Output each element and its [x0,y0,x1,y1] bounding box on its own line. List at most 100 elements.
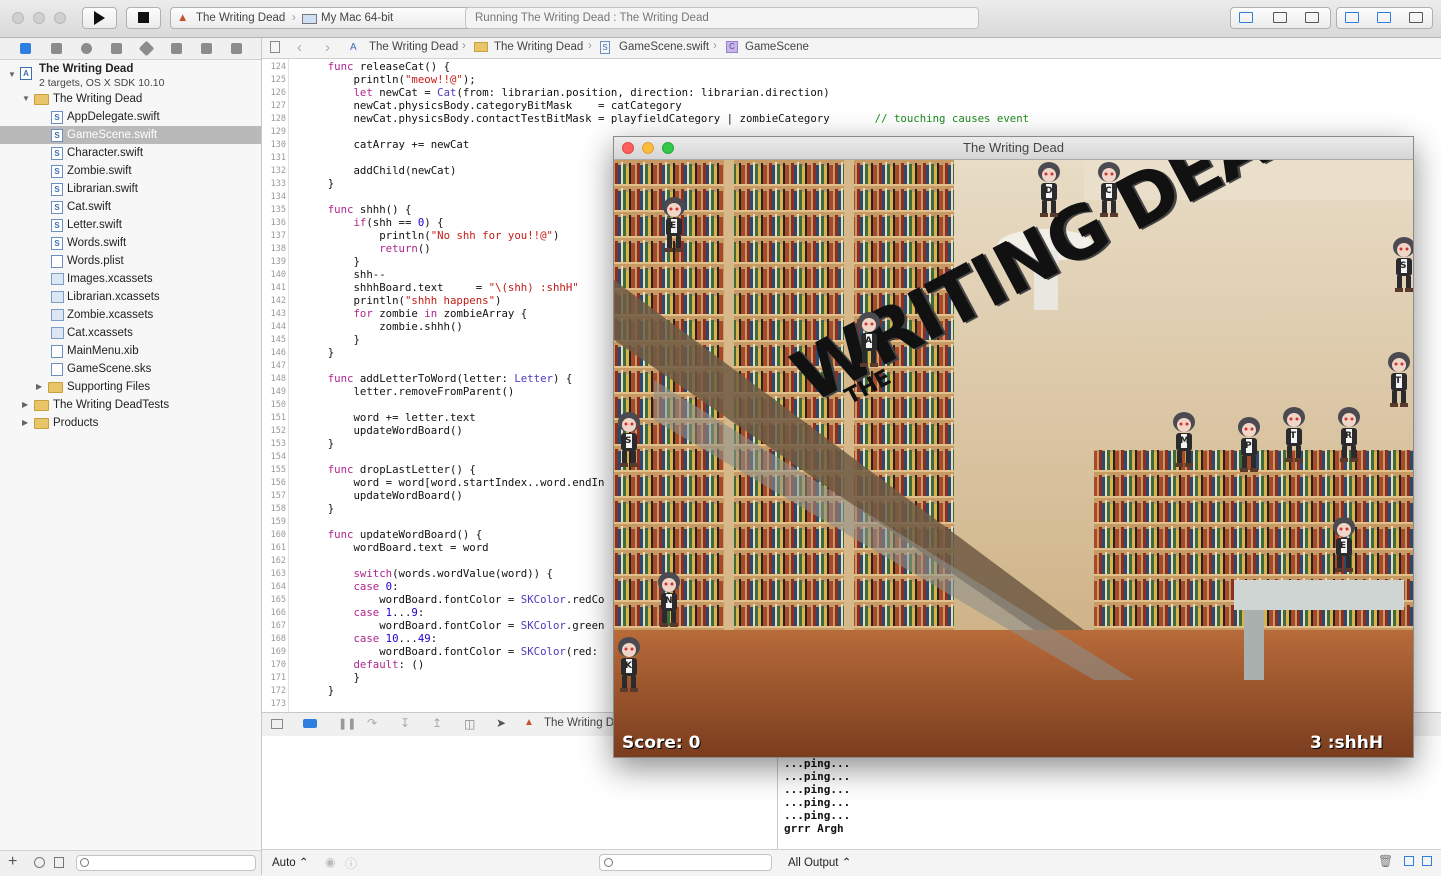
editor-mode-segmented[interactable] [1230,7,1331,29]
step-in-icon[interactable]: ↧ [400,716,410,730]
file-item[interactable]: S Zombie.swift [0,162,261,180]
add-icon[interactable]: + [8,853,17,871]
code-line[interactable]: } [302,671,359,684]
code-line[interactable]: wordBoard.text = word [302,541,488,554]
step-out-icon[interactable]: ↥ [432,716,442,730]
code-line[interactable]: shh-- [302,268,385,281]
file-item[interactable]: S Cat.swift [0,198,261,216]
debug-navigator-icon[interactable] [171,43,182,54]
variables-filter-input[interactable] [599,854,772,871]
location-icon[interactable]: ➤ [496,716,506,730]
code-line[interactable]: func dropLastLetter() { [302,463,476,476]
file-item[interactable]: Words.plist [0,252,261,270]
code-line[interactable]: word += letter.text [302,411,475,424]
step-over-icon[interactable]: ↷ [367,716,377,730]
code-line[interactable]: newCat.physicsBody.contactTestBitMask = … [302,112,1029,125]
group-item[interactable]: ▼ The Writing Dead [0,90,261,108]
code-line[interactable]: func updateWordBoard() { [302,528,482,541]
code-line[interactable]: zombie.shhh() [302,320,463,333]
file-item[interactable]: S Character.swift [0,144,261,162]
file-item[interactable]: Zombie.xcassets [0,306,261,324]
file-item[interactable]: S Librarian.swift [0,180,261,198]
code-line[interactable]: addChild(newCat) [302,164,456,177]
split-left-icon[interactable] [1404,856,1414,866]
file-item[interactable]: MainMenu.xib [0,342,261,360]
report-navigator-icon[interactable] [231,43,242,54]
code-line[interactable]: for zombie in zombieArray { [302,307,527,320]
back-arrow-icon[interactable]: ‹ [297,39,302,56]
navigator-toggle-icon[interactable] [1345,12,1359,23]
related-items-icon[interactable] [270,41,280,53]
disclosure-open-icon[interactable]: ▼ [8,66,18,84]
file-item[interactable]: Images.xcassets [0,270,261,288]
file-item[interactable]: S Letter.swift [0,216,261,234]
code-line[interactable]: println("shhh happens") [302,294,501,307]
code-line[interactable]: shhhBoard.text = "\(shh) :shhH" [302,281,578,294]
code-line[interactable]: func addLetterToWord(letter: Letter) { [302,372,573,385]
game-window-titlebar[interactable]: The Writing Dead [614,137,1413,160]
breakpoints-toggle-icon[interactable] [303,719,317,728]
disclosure-closed-icon[interactable]: ▶ [22,414,32,432]
stop-button[interactable] [126,7,161,29]
test-navigator-icon[interactable] [138,40,155,57]
jump-symbol[interactable]: GameScene [745,41,809,53]
navigator-filter-input[interactable] [76,855,256,871]
recent-files-icon[interactable] [34,857,45,868]
disclosure-open-icon[interactable]: ▼ [22,90,32,108]
code-line[interactable]: switch(words.wordValue(word)) { [302,567,552,580]
code-line[interactable]: updateWordBoard() [302,424,462,437]
symbol-navigator-icon[interactable] [51,43,62,54]
code-line[interactable]: wordBoard.fontColor = SKColor(red: [302,645,604,658]
forward-arrow-icon[interactable]: › [325,39,330,56]
tests-group-item[interactable]: ▶ The Writing DeadTests [0,396,261,414]
code-line[interactable]: func shhh() { [302,203,412,216]
info-icon[interactable]: ⓘ [345,855,357,872]
code-line[interactable]: } [302,255,359,268]
code-line[interactable]: } [302,177,334,190]
file-item[interactable]: S Words.swift [0,234,261,252]
code-line[interactable]: println("meow!!@"); [302,73,475,86]
code-line[interactable]: letter.removeFromParent() [302,385,514,398]
game-minimize-button[interactable] [642,142,654,154]
code-line[interactable]: func releaseCat() { [302,60,450,73]
variables-scope-popup[interactable]: Auto ⌃ [272,855,309,869]
code-line[interactable]: let newCat = Cat(from: librarian.positio… [302,86,829,99]
disclosure-closed-icon[interactable]: ▶ [36,378,46,396]
code-line[interactable]: default: () [302,658,424,671]
code-line[interactable]: } [302,333,359,346]
code-line[interactable]: case 0: [302,580,398,593]
file-item[interactable]: GameScene.sks [0,360,261,378]
scm-status-icon[interactable] [54,857,64,868]
view-debugger-icon[interactable]: ◫ [464,717,475,731]
close-window-button[interactable] [12,12,24,24]
jump-project[interactable]: The Writing Dead [369,41,458,53]
code-line[interactable]: } [302,684,334,697]
minimize-window-button[interactable] [33,12,45,24]
hide-debug-area-icon[interactable] [271,719,283,729]
run-button[interactable] [82,7,117,29]
game-scene[interactable]: THE WRITING DEAD EDCSATSMPTRENK Score: 0… [614,160,1413,757]
file-item[interactable]: S GameScene.swift [0,126,261,144]
assistant-editor-icon[interactable] [1273,12,1287,23]
supporting-files-item[interactable]: ▶ Supporting Files [0,378,261,396]
console-output-popup[interactable]: All Output ⌃ [788,855,851,869]
pause-icon[interactable]: ❚❚ [338,717,356,730]
code-line[interactable]: return() [302,242,430,255]
file-item[interactable]: Librarian.xcassets [0,288,261,306]
code-line[interactable]: wordBoard.fontColor = SKColor.green [302,619,604,632]
project-root-item[interactable]: ▼ A The Writing Dead 2 targets, OS X SDK… [0,60,261,89]
scheme-selector[interactable]: ▲ The Writing Dead › My Mac 64-bit [170,7,494,29]
game-zoom-button[interactable] [662,142,674,154]
code-line[interactable]: } [302,346,334,359]
jump-file[interactable]: GameScene.swift [619,41,709,53]
split-right-icon[interactable] [1422,856,1432,866]
utilities-toggle-icon[interactable] [1409,12,1423,23]
code-line[interactable]: newCat.physicsBody.categoryBitMask = cat… [302,99,681,112]
trash-icon[interactable]: 🗑 [1378,854,1393,868]
version-editor-icon[interactable] [1305,12,1319,23]
code-line[interactable]: if(shh == 0) { [302,216,443,229]
debug-area-toggle-icon[interactable] [1377,12,1391,23]
breakpoint-navigator-icon[interactable] [201,43,212,54]
view-toggle-segmented[interactable] [1336,7,1433,29]
code-line[interactable]: case 10...49: [302,632,437,645]
